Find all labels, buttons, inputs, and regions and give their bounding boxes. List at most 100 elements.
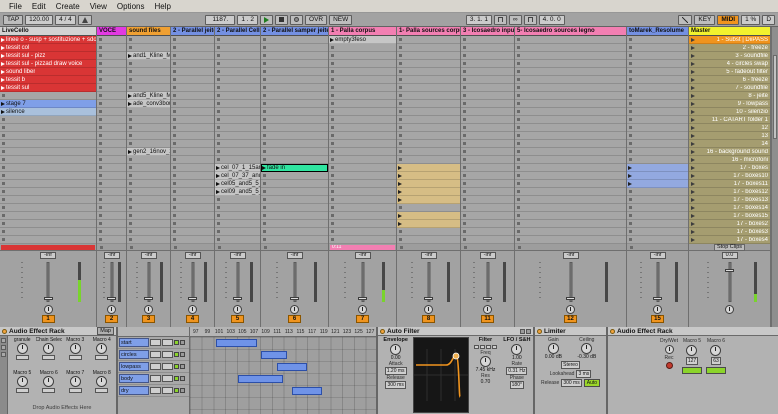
track-header[interactable]: VOCE (97, 27, 126, 36)
empty-clip-slot[interactable] (515, 124, 626, 132)
empty-clip-slot[interactable] (0, 124, 96, 132)
arrangement-record-button[interactable] (290, 15, 303, 25)
empty-clip-slot[interactable] (171, 44, 214, 52)
scene-slot[interactable]: 12 (689, 124, 770, 132)
highpass-icon[interactable] (480, 345, 485, 349)
clip-stop-row[interactable] (0, 244, 96, 251)
track-header[interactable]: LiveCello (0, 27, 96, 36)
clip-stop-row[interactable] (171, 244, 214, 251)
empty-clip-slot[interactable] (215, 92, 260, 100)
empty-clip-slot[interactable] (215, 44, 260, 52)
empty-clip-slot[interactable] (171, 68, 214, 76)
empty-clip-slot[interactable] (127, 44, 170, 52)
empty-clip-slot[interactable] (97, 196, 126, 204)
empty-clip-slot[interactable] (0, 164, 96, 172)
empty-clip-slot[interactable] (0, 212, 96, 220)
empty-clip-slot[interactable] (0, 92, 96, 100)
rack-chain-row[interactable]: start (118, 337, 189, 349)
empty-clip-slot[interactable] (127, 156, 170, 164)
rack-chain-row[interactable]: body (118, 373, 189, 385)
device-title-bar[interactable]: Auto Filter (378, 327, 533, 336)
track-activator[interactable]: 15 (651, 315, 664, 323)
empty-clip-slot[interactable] (215, 100, 260, 108)
loop-start-display[interactable]: 3. 1. 1 (466, 15, 492, 25)
fader-handle[interactable] (483, 297, 492, 300)
empty-clip-slot[interactable] (97, 172, 126, 180)
stereo-mode-switch[interactable]: Stereo (561, 361, 580, 369)
pan-knob[interactable] (233, 305, 242, 314)
track-header[interactable]: 1 - Palla corpus (329, 27, 396, 36)
chain-zone-bar[interactable] (277, 363, 307, 371)
chain-solo[interactable] (180, 376, 185, 381)
empty-clip-slot[interactable] (515, 108, 626, 116)
empty-clip-slot[interactable] (261, 108, 328, 116)
empty-clip-slot[interactable] (261, 204, 328, 212)
fader-handle[interactable] (44, 297, 53, 300)
device-on-toggle[interactable] (610, 329, 615, 334)
empty-clip-slot[interactable] (329, 92, 396, 100)
empty-clip-slot[interactable] (329, 84, 396, 92)
empty-clip-slot[interactable] (461, 52, 514, 60)
draw-mode-button[interactable] (678, 15, 692, 25)
empty-clip-slot[interactable] (127, 36, 170, 44)
macro-knob[interactable] (17, 376, 28, 387)
empty-clip-slot[interactable] (261, 148, 328, 156)
empty-clip-slot[interactable] (461, 76, 514, 84)
track-header[interactable]: 5- Icosaedro sources legno (515, 27, 626, 36)
empty-clip-slot[interactable] (461, 228, 514, 236)
empty-clip-slot[interactable] (127, 204, 170, 212)
volume-value[interactable]: -inf (355, 252, 371, 259)
fader-handle[interactable] (290, 297, 299, 300)
empty-clip-slot[interactable] (627, 156, 688, 164)
empty-clip-slot[interactable] (215, 76, 260, 84)
clip-slot[interactable] (397, 188, 460, 196)
gain-value[interactable]: 0.00 dB (545, 354, 562, 360)
empty-clip-slot[interactable] (397, 132, 460, 140)
clip-slot[interactable]: silence (0, 108, 96, 116)
empty-clip-slot[interactable] (329, 220, 396, 228)
empty-clip-slot[interactable] (461, 172, 514, 180)
empty-clip-slot[interactable] (127, 124, 170, 132)
fader-handle[interactable] (653, 297, 662, 300)
attack-value[interactable]: 1.20 ms (385, 367, 407, 375)
macro-knob[interactable] (710, 345, 721, 356)
volume-value[interactable]: -inf (141, 252, 157, 259)
empty-clip-slot[interactable] (171, 172, 214, 180)
empty-clip-slot[interactable] (127, 236, 170, 244)
hot-swap-icon[interactable] (520, 329, 525, 334)
chain-activator[interactable] (174, 340, 179, 345)
volume-fader[interactable] (656, 262, 659, 302)
empty-clip-slot[interactable] (329, 108, 396, 116)
empty-clip-slot[interactable] (461, 196, 514, 204)
scene-slot[interactable]: 17 - boxes12 (689, 188, 770, 196)
clip-slot[interactable] (397, 220, 460, 228)
empty-clip-slot[interactable] (515, 76, 626, 84)
empty-clip-slot[interactable] (97, 116, 126, 124)
volume-fader[interactable] (293, 262, 296, 302)
empty-clip-slot[interactable] (127, 180, 170, 188)
empty-clip-slot[interactable] (461, 116, 514, 124)
empty-clip-slot[interactable] (215, 196, 260, 204)
empty-clip-slot[interactable] (515, 204, 626, 212)
empty-clip-slot[interactable] (127, 164, 170, 172)
clip-slot[interactable] (627, 180, 688, 188)
empty-clip-slot[interactable] (397, 68, 460, 76)
scene-slot[interactable]: 17 - boxes2 (689, 220, 770, 228)
empty-clip-slot[interactable] (97, 148, 126, 156)
rack-chain-row[interactable]: dry (118, 385, 189, 397)
empty-clip-slot[interactable] (261, 84, 328, 92)
macro-value[interactable]: 127 (686, 357, 698, 365)
empty-clip-slot[interactable] (627, 132, 688, 140)
empty-clip-slot[interactable] (329, 116, 396, 124)
empty-clip-slot[interactable] (261, 212, 328, 220)
empty-clip-slot[interactable] (461, 148, 514, 156)
empty-clip-slot[interactable] (627, 60, 688, 68)
empty-clip-slot[interactable] (0, 228, 96, 236)
lowpass-icon[interactable] (474, 345, 479, 349)
empty-clip-slot[interactable] (261, 188, 328, 196)
chain-zone-bar[interactable] (216, 339, 257, 347)
empty-clip-slot[interactable] (215, 116, 260, 124)
clip-slot[interactable]: empty3feso (329, 36, 396, 44)
volume-value[interactable]: -inf (650, 252, 666, 259)
track-activator[interactable]: 7 (356, 315, 369, 323)
